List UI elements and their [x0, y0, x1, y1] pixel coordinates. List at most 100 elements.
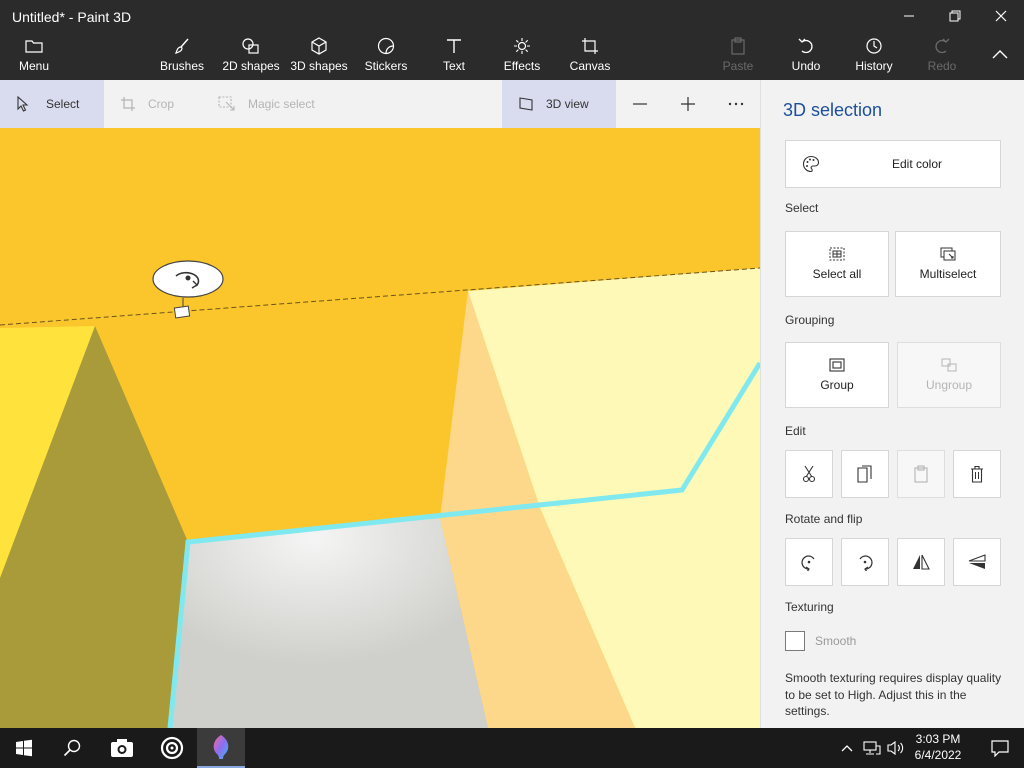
ungroup-icon: [941, 358, 957, 372]
3d-view-toggle[interactable]: 3D view: [502, 80, 616, 128]
stickers-button[interactable]: Stickers: [362, 36, 410, 78]
zoom-in-button[interactable]: [678, 80, 698, 128]
start-button[interactable]: [0, 728, 48, 768]
group-button[interactable]: Group: [785, 342, 889, 408]
camera-icon: [111, 739, 133, 757]
scissors-icon: [802, 465, 816, 483]
search-icon: [63, 739, 81, 757]
flip-horizontal-button[interactable]: [897, 538, 945, 586]
canvas-button[interactable]: Canvas: [568, 36, 612, 78]
folder-icon: [25, 36, 43, 56]
magic-select-label: Magic select: [248, 97, 315, 111]
redo-label: Redo: [927, 59, 957, 73]
clock-time: 3:03 PM: [915, 732, 961, 746]
3d-view-icon: [518, 96, 534, 112]
network-icon: [863, 741, 881, 755]
effects-label: Effects: [503, 59, 541, 73]
cursor-arrow-icon: [16, 96, 30, 112]
copy-button[interactable]: [841, 450, 889, 498]
redo-button[interactable]: Redo: [922, 36, 962, 78]
edit-color-button[interactable]: Edit color: [785, 140, 1001, 188]
paste-label: Paste: [722, 59, 754, 73]
close-button[interactable]: [978, 0, 1024, 32]
chevron-up-icon: [992, 44, 1008, 64]
sticker-icon: [377, 36, 395, 56]
paste-panel-button[interactable]: [897, 450, 945, 498]
clipboard-icon: [914, 465, 928, 483]
3d-selection-panel: 3D selection Edit color Select Select al…: [760, 80, 1024, 728]
text-button[interactable]: Text: [434, 36, 474, 78]
ungroup-button[interactable]: Ungroup: [897, 342, 1001, 408]
restore-button[interactable]: [932, 0, 978, 32]
more-dots-icon: [728, 102, 744, 106]
magic-select-button[interactable]: Magic select: [218, 80, 315, 128]
taskbar-clock[interactable]: 3:03 PM 6/4/2022: [908, 731, 968, 763]
volume-icon: [887, 740, 904, 756]
more-options-button[interactable]: [726, 80, 746, 128]
texturing-section-label: Texturing: [785, 600, 834, 614]
edit-section-label: Edit: [785, 424, 806, 438]
3d-scene[interactable]: [0, 128, 760, 728]
groove-music-button[interactable]: [148, 728, 196, 768]
grouping-section-label: Grouping: [785, 313, 835, 327]
sun-icon: [513, 36, 531, 56]
action-center-button[interactable]: [976, 728, 1024, 768]
rotate-right-button[interactable]: [841, 538, 889, 586]
undo-button[interactable]: Undo: [786, 36, 826, 78]
brushes-button[interactable]: Brushes: [158, 36, 206, 78]
rotate-left-icon: [801, 555, 815, 571]
volume-button[interactable]: [884, 728, 908, 768]
menu-label: Menu: [18, 59, 50, 73]
smooth-checkbox[interactable]: [785, 631, 805, 651]
multiselect-button[interactable]: Multiselect: [895, 231, 1001, 297]
window-title: Untitled* - Paint 3D: [12, 9, 132, 25]
select-tool-button[interactable]: Select: [0, 80, 104, 128]
camera-app-button[interactable]: [98, 728, 146, 768]
delete-button[interactable]: [953, 450, 1001, 498]
2d-shapes-label: 2D shapes: [222, 59, 280, 73]
brush-icon: [173, 36, 191, 56]
minimize-button[interactable]: [886, 0, 932, 32]
select-all-button[interactable]: Select all: [785, 231, 889, 297]
flip-vertical-button[interactable]: [953, 538, 1001, 586]
paste-button[interactable]: Paste: [718, 36, 758, 78]
close-icon: [995, 10, 1007, 22]
plus-icon: [681, 97, 695, 111]
show-hidden-icons-button[interactable]: [836, 728, 858, 768]
undo-label: Undo: [791, 59, 821, 73]
canvas-icon: [581, 36, 599, 56]
grey-face: [170, 518, 488, 728]
paint-3d-taskbar-button[interactable]: [197, 728, 245, 768]
drawing-canvas[interactable]: [0, 128, 760, 728]
history-button[interactable]: History: [852, 36, 896, 78]
rotate-section-label: Rotate and flip: [785, 512, 863, 526]
crop-tool-button[interactable]: Crop: [120, 80, 174, 128]
menu-button[interactable]: Menu: [12, 36, 56, 78]
title-ribbon-bar: Untitled* - Paint 3D Menu Brushes 2D sha…: [0, 0, 1024, 80]
3d-shapes-button[interactable]: 3D shapes: [288, 36, 350, 78]
history-icon: [865, 36, 883, 56]
tool-options-bar: Select Crop Magic select 3D view: [0, 80, 760, 128]
3d-view-label: 3D view: [546, 97, 589, 111]
rotate-left-button[interactable]: [785, 538, 833, 586]
ungroup-label: Ungroup: [925, 378, 973, 392]
rotate-right-icon: [859, 555, 873, 571]
3d-shapes-label: 3D shapes: [290, 59, 348, 73]
windows-logo-icon: [16, 739, 32, 757]
group-icon: [829, 358, 845, 372]
2d-shapes-button[interactable]: 2D shapes: [220, 36, 282, 78]
network-button[interactable]: [860, 728, 884, 768]
search-button[interactable]: [48, 728, 96, 768]
brushes-label: Brushes: [159, 59, 205, 73]
notification-icon: [991, 740, 1009, 757]
cut-button[interactable]: [785, 450, 833, 498]
crop-icon: [120, 96, 136, 112]
cube-icon: [310, 36, 328, 56]
effects-button[interactable]: Effects: [502, 36, 542, 78]
zoom-out-button[interactable]: [630, 80, 650, 128]
groove-music-icon: [160, 736, 184, 760]
flip-horizontal-icon: [913, 554, 930, 570]
text-label: Text: [442, 59, 465, 73]
chevron-up-icon: [841, 745, 853, 752]
edit-color-label: Edit color: [891, 157, 943, 171]
